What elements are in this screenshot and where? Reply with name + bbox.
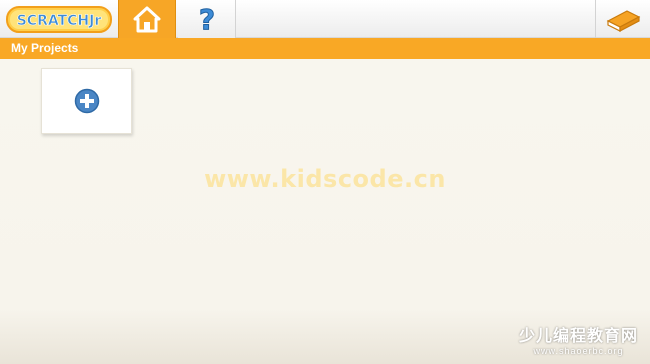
corner-watermark-title: 少儿编程教育网 xyxy=(518,326,638,345)
page-title: My Projects xyxy=(11,41,79,55)
tab-help[interactable]: ? xyxy=(178,0,236,38)
top-bar: SCRATCHJr ? xyxy=(0,0,650,38)
corner-watermark: 少儿编程教育网 www.shaoerbc.org xyxy=(519,322,638,356)
logo-text: SCRATCHJr xyxy=(17,13,102,29)
question-mark-icon: ? xyxy=(198,4,215,34)
new-project-card[interactable] xyxy=(41,68,132,134)
home-icon xyxy=(133,6,161,33)
book-button[interactable] xyxy=(595,0,650,38)
watermark-text: www.kidscode.cn xyxy=(204,165,446,193)
corner-watermark-url: www.shaoerbc.org xyxy=(533,346,624,356)
svg-text:?: ? xyxy=(198,4,214,34)
tab-home[interactable] xyxy=(118,0,176,38)
book-icon xyxy=(606,10,641,32)
plus-circle-icon xyxy=(74,88,99,114)
title-bar: My Projects xyxy=(0,38,650,59)
scratchjr-logo: SCRATCHJr xyxy=(6,6,112,33)
